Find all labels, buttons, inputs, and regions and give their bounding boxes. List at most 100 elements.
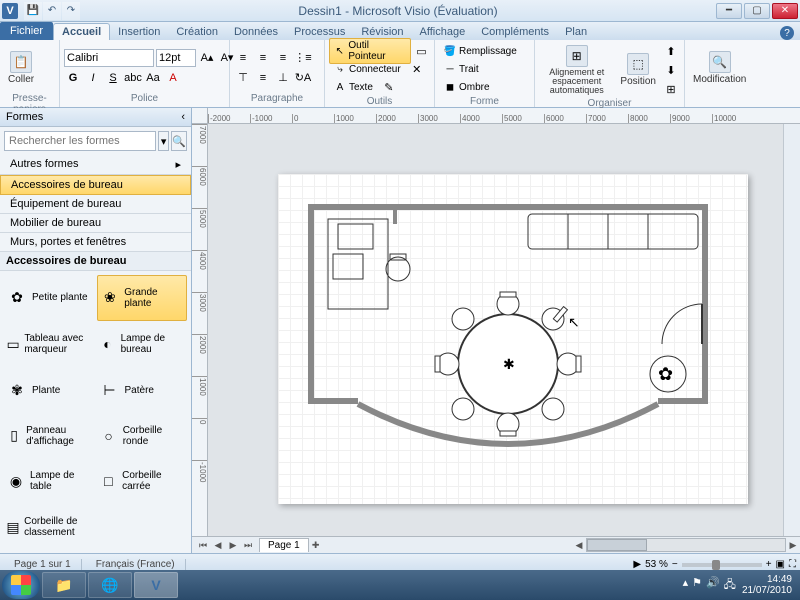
align-right-icon[interactable]: ≡ xyxy=(274,49,292,67)
tray-volume-icon[interactable]: 🔊 xyxy=(706,576,720,595)
group-icon[interactable]: ⊞ xyxy=(662,80,680,98)
underline-button[interactable]: S xyxy=(104,69,122,87)
category-accessoires[interactable]: Accessoires de bureau xyxy=(0,175,191,195)
category-equipement[interactable]: Équipement de bureau xyxy=(0,195,191,214)
status-language[interactable]: Français (France) xyxy=(86,559,186,570)
app-icon: V xyxy=(2,3,18,19)
start-button[interactable] xyxy=(2,571,40,599)
tab-insertion[interactable]: Insertion xyxy=(110,24,168,40)
macro-icon[interactable]: ▶ xyxy=(633,559,641,570)
valign-mid-icon[interactable]: ≡ xyxy=(254,69,272,87)
taskbar-browser[interactable]: 🌐 xyxy=(88,572,132,598)
shape-corbeille-classement[interactable]: ▤Corbeille de classement xyxy=(4,505,95,549)
file-tab[interactable]: Fichier xyxy=(0,22,53,40)
board-icon: ▯ xyxy=(6,425,22,447)
taskbar-clock[interactable]: 14:49 21/07/2010 xyxy=(742,574,792,596)
undo-icon[interactable]: ↶ xyxy=(43,2,61,20)
taskbar-explorer[interactable]: 📁 xyxy=(42,572,86,598)
shape-lampe-bureau[interactable]: ◐Lampe de bureau xyxy=(97,323,188,367)
search-dropdown-icon[interactable]: ▾ xyxy=(158,131,169,151)
font-color-button[interactable]: A xyxy=(164,69,182,87)
valign-top-icon[interactable]: ⊤ xyxy=(234,69,252,87)
category-mobilier[interactable]: Mobilier de bureau xyxy=(0,214,191,233)
canvas-area: -2000-1000010002000300040005000600070008… xyxy=(192,108,800,553)
pencil-tool-icon[interactable]: ✎ xyxy=(380,78,398,96)
font-size-select[interactable] xyxy=(156,49,196,67)
status-page: Page 1 sur 1 xyxy=(4,559,82,570)
bring-front-icon[interactable]: ⬆ xyxy=(662,42,680,60)
case-button[interactable]: Aa xyxy=(144,69,162,87)
tray-up-icon[interactable]: ▴ xyxy=(683,576,689,595)
drawing-canvas[interactable]: ✱ xyxy=(208,124,783,536)
paste-button[interactable]: 📋 Coller xyxy=(4,50,38,86)
align-left-icon[interactable]: ≡ xyxy=(234,49,252,67)
send-back-icon[interactable]: ⬇ xyxy=(662,61,680,79)
vertical-scrollbar[interactable] xyxy=(783,124,800,536)
last-page-icon[interactable]: ⏭ xyxy=(241,538,255,552)
hscroll-right-icon[interactable]: ▶ xyxy=(786,538,800,552)
tab-affichage[interactable]: Affichage xyxy=(412,24,474,40)
zoom-in-icon[interactable]: + xyxy=(766,559,772,570)
category-autres[interactable]: Autres formes ▸ xyxy=(0,155,191,175)
shape-grande-plante[interactable]: ❀Grande plante xyxy=(97,275,188,321)
text-tool-button[interactable]: A Texte xyxy=(329,79,378,95)
shape-corbeille-ronde[interactable]: ○Corbeille ronde xyxy=(97,414,188,458)
modification-button[interactable]: 🔍 Modification xyxy=(689,50,750,86)
save-icon[interactable]: 💾 xyxy=(24,2,42,20)
shape-lampe-table[interactable]: ◉Lampe de table xyxy=(4,460,95,504)
position-button[interactable]: ⬚ Position xyxy=(616,52,660,88)
line-button[interactable]: ─ Trait xyxy=(439,60,484,78)
redo-icon[interactable]: ↷ xyxy=(62,2,80,20)
collapse-icon[interactable]: ‹ xyxy=(181,111,185,123)
fullscreen-icon[interactable]: ⛶ xyxy=(789,559,796,570)
tray-flag-icon[interactable]: ⚑ xyxy=(692,576,702,595)
fit-page-icon[interactable]: ▣ xyxy=(776,559,785,570)
new-page-icon[interactable]: ✚ xyxy=(309,538,323,552)
search-go-icon[interactable]: 🔍 xyxy=(171,131,187,151)
maximize-button[interactable]: ▢ xyxy=(744,3,770,19)
coat-rack-icon: ⊢ xyxy=(99,379,121,401)
tab-complements[interactable]: Compléments xyxy=(473,24,557,40)
shadow-button[interactable]: ◼ Ombre xyxy=(439,78,495,96)
tab-plan[interactable]: Plan xyxy=(557,24,595,40)
page-tab-1[interactable]: Page 1 xyxy=(259,538,309,552)
font-name-select[interactable] xyxy=(64,49,154,67)
strike-button[interactable]: abc xyxy=(124,69,142,87)
tray-network-icon[interactable]: 🖧 xyxy=(724,576,736,595)
valign-bot-icon[interactable]: ⊥ xyxy=(274,69,292,87)
rotate-text-icon[interactable]: ↻A xyxy=(294,69,312,87)
bullets-icon[interactable]: ⋮≡ xyxy=(294,49,312,67)
shapes-search-input[interactable] xyxy=(4,131,156,151)
drawing-page[interactable]: ✱ xyxy=(278,174,748,504)
help-icon[interactable]: ? xyxy=(780,26,794,40)
shape-tableau[interactable]: ▭Tableau avec marqueur xyxy=(4,323,95,367)
align-center-icon[interactable]: ≡ xyxy=(254,49,272,67)
first-page-icon[interactable]: ⏮ xyxy=(196,538,210,552)
shape-plante[interactable]: ✾Plante xyxy=(4,368,95,412)
shape-corbeille-carree[interactable]: □Corbeille carrée xyxy=(97,460,188,504)
horizontal-scrollbar[interactable] xyxy=(586,538,786,552)
connector-tool-button[interactable]: ⤷ Connecteur xyxy=(329,61,406,77)
x-tool-icon[interactable]: ✕ xyxy=(408,60,426,78)
italic-button[interactable]: I xyxy=(84,69,102,87)
rect-tool-icon[interactable]: ▭ xyxy=(413,42,430,60)
zoom-slider[interactable] xyxy=(682,563,762,567)
hscroll-left-icon[interactable]: ◀ xyxy=(572,538,586,552)
close-button[interactable]: ✕ xyxy=(772,3,798,19)
fill-button[interactable]: 🪣 Remplissage xyxy=(439,42,522,60)
category-murs[interactable]: Murs, portes et fenêtres xyxy=(0,233,191,252)
shape-patere[interactable]: ⊢Patère xyxy=(97,368,188,412)
minimize-button[interactable]: ━ xyxy=(716,3,742,19)
zoom-out-icon[interactable]: − xyxy=(672,559,678,570)
tab-accueil[interactable]: Accueil xyxy=(53,23,110,40)
shape-panneau[interactable]: ▯Panneau d'affichage xyxy=(4,414,95,458)
prev-page-icon[interactable]: ◀ xyxy=(211,538,225,552)
bold-button[interactable]: G xyxy=(64,69,82,87)
next-page-icon[interactable]: ▶ xyxy=(226,538,240,552)
tab-donnees[interactable]: Données xyxy=(226,24,286,40)
tab-creation[interactable]: Création xyxy=(168,24,226,40)
increase-font-icon[interactable]: A▴ xyxy=(198,49,216,67)
shape-petite-plante[interactable]: ✿Petite plante xyxy=(4,275,95,321)
align-button[interactable]: ⊞ Alignement et espacement automatiques xyxy=(539,44,614,96)
taskbar-visio[interactable]: V xyxy=(134,572,178,598)
